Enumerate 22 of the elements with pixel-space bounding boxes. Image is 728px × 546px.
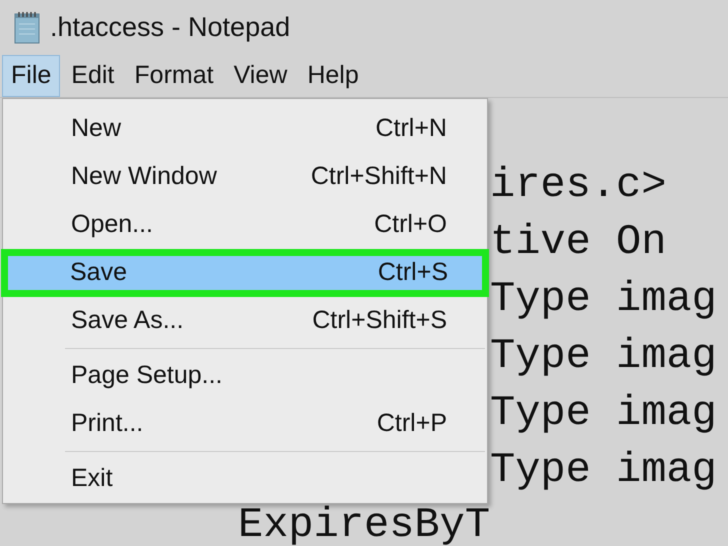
menu-item[interactable]: New Window Ctrl+Shift+N — [5, 153, 485, 201]
menu-item[interactable]: New Ctrl+N — [5, 105, 485, 153]
menu-item[interactable]: Save Ctrl+S — [8, 256, 482, 290]
menu-bar-item[interactable]: Edit — [62, 54, 124, 96]
code-line: tive On — [490, 218, 666, 266]
menu-item[interactable]: Exit — [5, 455, 485, 503]
menu-bar-item[interactable]: File — [2, 54, 60, 96]
menu-item[interactable]: Page Setup... — [5, 352, 485, 400]
menu-bar-item[interactable]: Help — [298, 54, 368, 96]
code-line: Type imag — [490, 275, 717, 323]
window-title: .htaccess - Notepad — [50, 10, 290, 44]
menu-bar-item[interactable]: Format — [125, 54, 223, 96]
menu-item[interactable]: Open... Ctrl+O — [5, 201, 485, 249]
code-line: ExpiresByT — [238, 501, 490, 546]
menu-item[interactable]: Save As... Ctrl+Shift+S — [5, 297, 485, 345]
code-line: ires.c> — [490, 161, 666, 209]
code-line: Type imag — [490, 332, 717, 380]
notepad-icon — [12, 10, 42, 44]
code-line: Type imag — [490, 446, 717, 494]
code-line: Type imag — [490, 389, 717, 437]
menu-item[interactable]: Print... Ctrl+P — [5, 400, 485, 448]
menu-bar-item[interactable]: View — [224, 54, 296, 96]
